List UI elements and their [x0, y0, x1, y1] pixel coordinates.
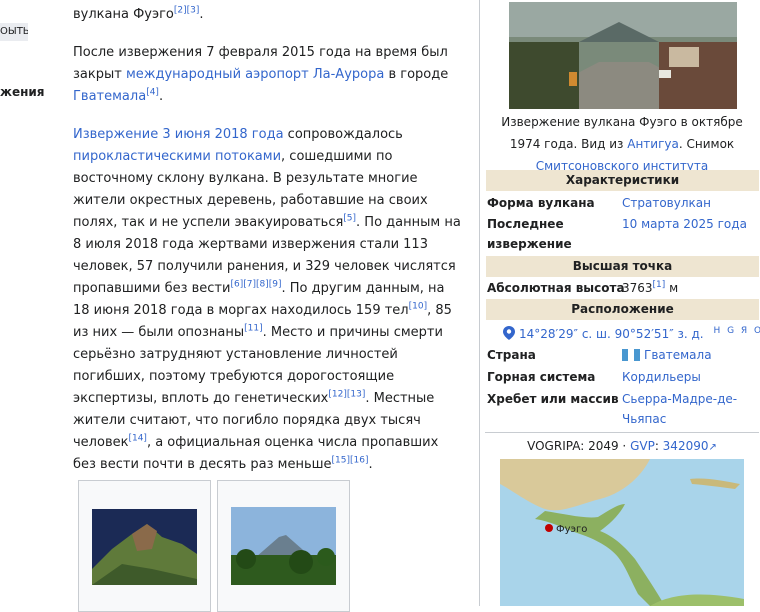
country-label: Страна	[487, 348, 536, 362]
link-pyroclastic-flows[interactable]: пирокластическими потоками	[73, 149, 281, 164]
height-value: 3763[1] м	[622, 278, 678, 298]
sidebar-text: жения	[0, 85, 45, 99]
coordinates: 14°28′29″ с. ш. 90°52′51″ з. д. H G Я O	[503, 322, 760, 343]
volcano-landscape-image[interactable]	[231, 507, 336, 585]
left-sidebar: ОЫТЬ жения	[0, 0, 60, 606]
p2-end: .	[368, 457, 373, 472]
gallery-item-1[interactable]	[78, 480, 211, 612]
p0-text: вулкана Фуэго	[73, 7, 174, 22]
ridge-label: Хребет или массив	[487, 392, 619, 406]
last-eruption-label: Последнее извержение	[487, 217, 572, 251]
height-unit: м	[665, 281, 679, 295]
vogripa-value: 2049	[588, 439, 619, 453]
ref-11[interactable]: [11]	[244, 324, 262, 334]
form-label: Форма вулкана	[487, 196, 595, 210]
paragraph-0: вулкана Фуэго[2][3].	[73, 4, 204, 26]
height-label: Абсолютная высота	[487, 281, 625, 295]
volcano-marker-icon	[545, 524, 553, 532]
link-guatemala-city[interactable]: Гватемала	[73, 89, 146, 104]
p1-end: .	[158, 89, 164, 104]
link-airport[interactable]: международный аэропорт Ла-Аурора	[126, 67, 384, 82]
map-service-links[interactable]: H G Я O	[713, 326, 760, 336]
volcano-photo[interactable]	[509, 2, 737, 109]
system-label: Горная система	[487, 370, 596, 384]
last-eruption-link[interactable]: 10 марта 2025 года	[622, 214, 747, 234]
ref-14[interactable]: [14]	[128, 434, 146, 444]
section-location: Расположение	[486, 299, 759, 320]
map-pin-icon	[503, 326, 515, 340]
ref-6-9[interactable]: [6][7][8][9]	[230, 280, 281, 290]
country-link[interactable]: Гватемала	[644, 348, 712, 362]
guatemala-flag-icon	[622, 349, 640, 361]
external-link-icon: ↗	[708, 442, 717, 453]
infobox-separator	[485, 432, 759, 433]
sidebar-button[interactable]: ОЫТЬ	[0, 23, 28, 41]
paragraph-1: После извержения 7 февраля 2015 года на …	[73, 42, 465, 108]
ridge-link[interactable]: Сьерра-Мадре-де-Чьяпас	[622, 389, 752, 429]
ref-12-13[interactable]: [12][13]	[328, 390, 365, 400]
vogripa-label: VOGRIPA	[527, 439, 581, 453]
section-peak: Высшая точка	[486, 256, 759, 277]
ref-4[interactable]: [4]	[146, 88, 159, 98]
country-value: Гватемала	[622, 345, 712, 365]
location-map[interactable]: Фуэго	[500, 459, 744, 606]
ref-1[interactable]: [1]	[653, 280, 666, 290]
height-number: 3763	[622, 281, 653, 295]
paragraph-2: Извержение 3 июня 2018 года сопровождало…	[73, 124, 465, 476]
vogripa-gvp-line: VOGRIPA: 2049 · GVP: 342090↗	[527, 439, 717, 453]
ref-5[interactable]: [5]	[343, 214, 356, 224]
p1-text-2: в городе	[384, 67, 449, 82]
photo-caption: Извержение вулкана Фуэго в октябре 1974 …	[485, 111, 759, 177]
system-link[interactable]: Кордильеры	[622, 367, 701, 387]
p0-end: .	[199, 7, 204, 22]
ref-10[interactable]: [10]	[409, 302, 427, 312]
gallery-item-2[interactable]	[217, 480, 350, 612]
caption-text-2: . Снимок	[678, 137, 735, 151]
link-eruption-2018[interactable]: Извержение 3 июня 2018 года	[73, 127, 284, 142]
gvp-value-link[interactable]: 342090	[663, 439, 709, 453]
coordinates-link[interactable]: 14°28′29″ с. ш. 90°52′51″ з. д.	[519, 327, 704, 341]
section-characteristics: Характеристики	[486, 170, 759, 191]
column-divider	[479, 0, 480, 606]
ref-15-16[interactable]: [15][16]	[332, 456, 369, 466]
p2-text-1: сопровождалось	[283, 127, 403, 142]
ref-2-3[interactable]: [2][3]	[174, 6, 200, 16]
map-marker-label: Фуэго	[556, 524, 587, 535]
link-antigua[interactable]: Антигуа	[627, 137, 679, 151]
form-value-link[interactable]: Стратовулкан	[622, 193, 711, 213]
gvp-label-link[interactable]: GVP	[630, 439, 655, 453]
volcano-3d-image[interactable]	[92, 509, 197, 585]
